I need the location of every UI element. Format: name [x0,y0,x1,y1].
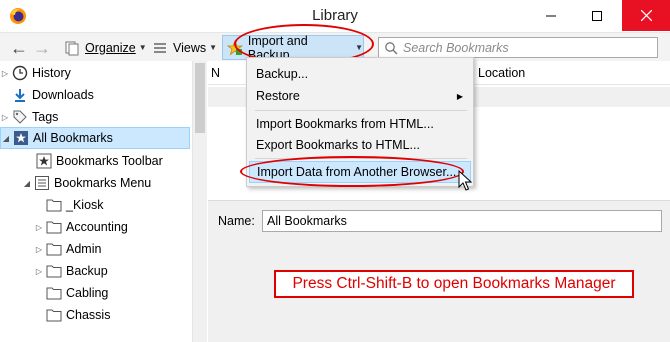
tree-item-bookmarks-toolbar[interactable]: Bookmarks Toolbar [24,150,214,172]
column-header-name[interactable]: N [211,66,220,80]
tree-item-label: Bookmarks Menu [54,176,152,190]
search-placeholder: Search Bookmarks [403,40,509,55]
tree-item-label: History [32,66,71,80]
download-icon [12,87,28,103]
chevron-down-icon: ▼ [209,43,218,52]
menu-item-import-html[interactable]: Import Bookmarks from HTML... [249,113,471,135]
menu-item-label: Backup... [256,67,309,81]
tree-item-downloads[interactable]: Downloads [0,84,190,106]
tree-item-label: _Kiosk [66,198,104,212]
tree-item-label: Bookmarks Toolbar [56,154,163,168]
back-arrow-icon: ← [10,37,28,58]
folder-icon [46,241,62,257]
tree-item-label: Accounting [66,220,128,234]
expand-arrow-icon[interactable]: ▷ [0,69,10,78]
tree-item-label: Chassis [66,308,111,322]
collapse-arrow-icon[interactable]: ◢ [22,179,32,188]
maximize-icon [592,10,602,21]
sidebar-tree: ▷ History Downloads ▷ Tags ◢ All Bookmar… [0,61,192,342]
close-button[interactable] [622,0,670,31]
tree-item-tags[interactable]: ▷ Tags [0,106,190,128]
import-backup-menu: Backup... Restore ▶ Import Bookmarks fro… [246,57,474,187]
title-bar: Library [0,0,670,32]
scrollbar-thumb[interactable] [195,63,205,133]
organize-label: Organize [85,40,136,55]
organize-icon [65,41,79,55]
folder-icon [46,197,62,213]
collapse-arrow-icon[interactable]: ◢ [1,134,11,143]
folder-icon [46,263,62,279]
menu-item-label: Restore [256,89,300,103]
menu-icon [34,175,50,191]
views-button[interactable]: Views ▼ [152,37,217,58]
name-label: Name: [218,214,255,228]
expand-arrow-icon[interactable]: ▷ [34,267,44,276]
menu-item-label: Import Data from Another Browser... [257,165,457,179]
star-icon [36,153,52,169]
tree-item-label: Admin [66,242,102,256]
menu-divider [255,110,467,111]
column-header-location[interactable]: Location [478,66,525,80]
details-pane: Name: All Bookmarks Press Ctrl-Shift-B t… [208,200,670,342]
minimize-button[interactable] [528,0,574,31]
back-button[interactable]: ← [10,37,28,58]
import-star-icon [227,39,243,56]
tree-item-bookmarks-menu[interactable]: ◢ Bookmarks Menu [22,172,212,194]
clock-icon [12,65,28,81]
menu-item-restore[interactable]: Restore ▶ [249,85,471,107]
folder-icon [46,307,62,323]
maximize-button[interactable] [574,0,620,31]
expand-arrow-icon[interactable]: ▷ [34,245,44,254]
menu-item-label: Export Bookmarks to HTML... [256,138,420,152]
menu-item-label: Import Bookmarks from HTML... [256,117,434,131]
folder-icon [46,219,62,235]
close-icon [640,10,652,21]
forward-button[interactable]: → [33,37,51,58]
folder-icon [46,285,62,301]
expand-arrow-icon[interactable]: ▷ [0,113,10,122]
tag-icon [12,109,28,125]
submenu-arrow-icon: ▶ [456,91,463,101]
menu-divider [255,158,467,159]
tree-item-all-bookmarks[interactable]: ◢ All Bookmarks [0,127,190,149]
tree-item-history[interactable]: ▷ History [0,62,190,84]
minimize-icon [546,15,556,16]
views-icon [154,42,166,53]
mouse-pointer-icon [458,170,472,191]
chevron-down-icon: ▼ [355,43,363,52]
tree-item-label: Cabling [66,286,109,300]
expand-arrow-icon[interactable]: ▷ [34,223,44,232]
organize-button[interactable]: Organize ▼ [64,37,147,58]
tree-item-label: Backup [66,264,108,278]
tree-item-label: Tags [32,110,59,124]
name-field-value: All Bookmarks [267,214,347,228]
annotation-note: Press Ctrl-Shift-B to open Bookmarks Man… [274,270,634,298]
views-label: Views [173,40,207,55]
search-icon [385,41,398,55]
menu-item-import-other-browser[interactable]: Import Data from Another Browser... [249,161,471,183]
chevron-down-icon: ▼ [138,43,147,52]
star-icon [13,130,29,146]
tree-item-label: All Bookmarks [33,131,113,145]
menu-item-export-html[interactable]: Export Bookmarks to HTML... [249,134,471,156]
search-input[interactable]: Search Bookmarks [378,37,658,58]
forward-arrow-icon: → [33,37,51,58]
tree-scrollbar[interactable] [192,61,207,342]
menu-item-backup[interactable]: Backup... [249,63,471,85]
tree-item-label: Downloads [32,88,94,102]
name-field[interactable]: All Bookmarks [262,210,662,232]
